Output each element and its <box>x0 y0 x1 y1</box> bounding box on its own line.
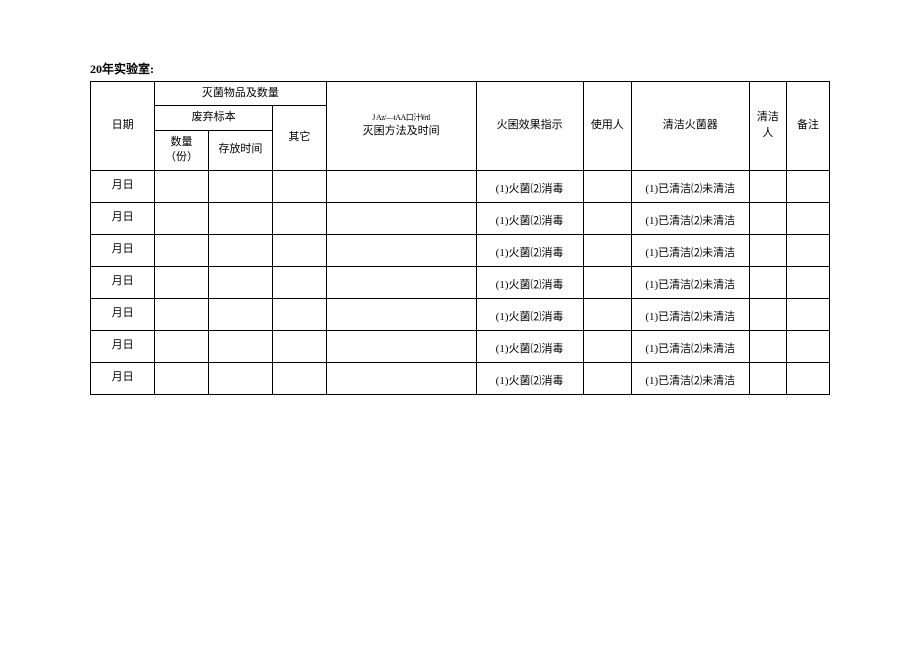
cell-user <box>583 298 631 330</box>
header-user: 使用人 <box>583 82 631 171</box>
cell-method <box>326 170 476 202</box>
cell-qty <box>155 170 209 202</box>
cell-cleanperson <box>749 234 786 266</box>
cell-other <box>273 234 327 266</box>
header-effect: 火囷效果指示 <box>476 82 583 171</box>
cell-cleanperson <box>749 330 786 362</box>
cell-remark <box>787 362 830 394</box>
cell-remark <box>787 202 830 234</box>
header-storage-time: 存放时间 <box>208 130 272 170</box>
cell-effect: (1)火菌⑵消毒 <box>476 266 583 298</box>
header-sterilize-items: 灭菌物品及数量 <box>155 82 326 106</box>
cell-cleaner: (1)已清洁⑵未清洁 <box>631 170 749 202</box>
cell-other <box>273 362 327 394</box>
cell-cleaner: (1)已清洁⑵未清洁 <box>631 266 749 298</box>
cell-storage <box>208 170 272 202</box>
header-clean-sterilizer: 清洁火菌器 <box>631 82 749 171</box>
cell-method <box>326 362 476 394</box>
header-clean-person: 清洁人 <box>749 82 786 171</box>
lab-record-table: 日期 灭菌物品及数量 J Az/—tAA口汁¥rtl 灭囷方法及时间 火囷效果指… <box>90 81 830 395</box>
cell-date: 月日 <box>91 234 155 266</box>
cell-cleanperson <box>749 202 786 234</box>
cell-date: 月日 <box>91 330 155 362</box>
cell-effect: (1)火菌⑵消毒 <box>476 330 583 362</box>
cell-cleaner: (1)已清洁⑵未清洁 <box>631 234 749 266</box>
cell-other <box>273 266 327 298</box>
cell-remark <box>787 298 830 330</box>
cell-qty <box>155 202 209 234</box>
cell-qty <box>155 234 209 266</box>
cell-cleanperson <box>749 266 786 298</box>
cell-storage <box>208 298 272 330</box>
cell-method <box>326 330 476 362</box>
header-method-text: 灭囷方法及时间 <box>329 124 474 139</box>
cell-qty <box>155 298 209 330</box>
cell-user <box>583 202 631 234</box>
header-date: 日期 <box>91 82 155 171</box>
cell-cleaner: (1)已清洁⑵未清洁 <box>631 330 749 362</box>
cell-storage <box>208 266 272 298</box>
header-remark: 备注 <box>787 82 830 171</box>
cell-remark <box>787 266 830 298</box>
table-row: 月日 (1)火菌⑵消毒 (1)已清洁⑵未清洁 <box>91 170 830 202</box>
cell-storage <box>208 330 272 362</box>
cell-method <box>326 202 476 234</box>
cell-storage <box>208 202 272 234</box>
cell-effect: (1)火菌⑵消毒 <box>476 362 583 394</box>
cell-qty <box>155 266 209 298</box>
cell-user <box>583 362 631 394</box>
cell-effect: (1)火菌⑵消毒 <box>476 234 583 266</box>
cell-other <box>273 330 327 362</box>
cell-effect: (1)火菌⑵消毒 <box>476 298 583 330</box>
cell-remark <box>787 234 830 266</box>
header-qty: 数量（份） <box>155 130 209 170</box>
cell-cleanperson <box>749 362 786 394</box>
table-row: 月日 (1)火菌⑵消毒 (1)已清洁⑵未清洁 <box>91 298 830 330</box>
table-body: 月日 (1)火菌⑵消毒 (1)已清洁⑵未清洁 月日 (1)火菌⑵消毒 (1)已清… <box>91 170 830 394</box>
cell-user <box>583 266 631 298</box>
table-row: 月日 (1)火菌⑵消毒 (1)已清洁⑵未清洁 <box>91 202 830 234</box>
cell-date: 月日 <box>91 266 155 298</box>
cell-cleaner: (1)已清洁⑵未清洁 <box>631 202 749 234</box>
cell-storage <box>208 362 272 394</box>
cell-remark <box>787 170 830 202</box>
cell-user <box>583 234 631 266</box>
cell-cleaner: (1)已清洁⑵未清洁 <box>631 298 749 330</box>
cell-date: 月日 <box>91 170 155 202</box>
cell-date: 月日 <box>91 202 155 234</box>
cell-cleanperson <box>749 170 786 202</box>
cell-other <box>273 202 327 234</box>
cell-effect: (1)火菌⑵消毒 <box>476 202 583 234</box>
cell-cleanperson <box>749 298 786 330</box>
cell-remark <box>787 330 830 362</box>
cell-qty <box>155 362 209 394</box>
table-row: 月日 (1)火菌⑵消毒 (1)已清洁⑵未清洁 <box>91 266 830 298</box>
header-other: 其它 <box>273 106 327 170</box>
cell-other <box>273 298 327 330</box>
header-method-small: J Az/—tAA口汁¥rtl <box>329 112 474 123</box>
cell-qty <box>155 330 209 362</box>
cell-storage <box>208 234 272 266</box>
cell-date: 月日 <box>91 362 155 394</box>
page-title: 20年实验室: <box>90 60 830 77</box>
cell-method <box>326 298 476 330</box>
cell-method <box>326 234 476 266</box>
table-row: 月日 (1)火菌⑵消毒 (1)已清洁⑵未清洁 <box>91 330 830 362</box>
cell-date: 月日 <box>91 298 155 330</box>
cell-effect: (1)火菌⑵消毒 <box>476 170 583 202</box>
table-row: 月日 (1)火菌⑵消毒 (1)已清洁⑵未清洁 <box>91 362 830 394</box>
header-discard-sample: 废弃标本 <box>155 106 273 130</box>
cell-user <box>583 170 631 202</box>
cell-method <box>326 266 476 298</box>
table-row: 月日 (1)火菌⑵消毒 (1)已清洁⑵未清洁 <box>91 234 830 266</box>
cell-user <box>583 330 631 362</box>
cell-cleaner: (1)已清洁⑵未清洁 <box>631 362 749 394</box>
header-method: J Az/—tAA口汁¥rtl 灭囷方法及时间 <box>326 82 476 171</box>
cell-other <box>273 170 327 202</box>
